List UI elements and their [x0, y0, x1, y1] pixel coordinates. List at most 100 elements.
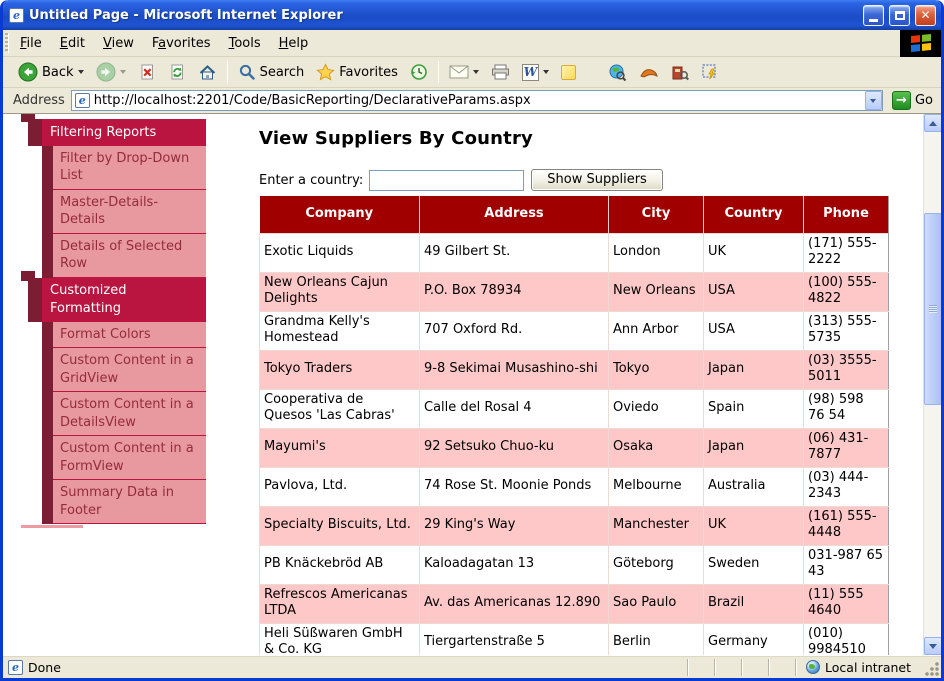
- scrollbar-thumb[interactable]: [924, 213, 941, 405]
- table-row: New Orleans Cajun DelightsP.O. Box 78934…: [260, 272, 889, 311]
- stop-button[interactable]: [133, 60, 161, 84]
- close-button[interactable]: ✕: [915, 5, 936, 26]
- vertical-scrollbar[interactable]: [923, 114, 941, 655]
- browser-window: e Untitled Page - Microsoft Internet Exp…: [0, 0, 944, 681]
- sidebar-header-label: Customized Formatting: [42, 278, 206, 322]
- forward-button[interactable]: [91, 59, 131, 85]
- sidebar-item[interactable]: Custom Content in a DetailsView: [53, 392, 206, 436]
- sidebar-section-header[interactable]: Customized Formatting: [28, 278, 206, 322]
- refresh-button[interactable]: [163, 60, 191, 84]
- table-cell: 707 Oxford Rd.: [420, 311, 609, 350]
- menu-item-edit[interactable]: Edit: [51, 32, 94, 55]
- back-button[interactable]: Back: [13, 59, 89, 85]
- table-cell: Calle del Rosal 4: [420, 389, 609, 428]
- table-cell: 9-8 Sekimai Musashino-shi: [420, 350, 609, 389]
- table-cell: 49 Gilbert St.: [420, 233, 609, 272]
- home-button[interactable]: [193, 60, 222, 85]
- maximize-icon: [895, 11, 905, 20]
- sidebar-section-header[interactable]: Filtering Reports: [28, 119, 206, 146]
- menu-bar: FileEditViewFavoritesToolsHelp: [3, 30, 941, 57]
- table-cell: Tokyo: [609, 350, 704, 389]
- minimize-icon: [869, 19, 878, 22]
- table-cell: Refrescos Americanas LTDA: [260, 584, 420, 623]
- table-cell: Ann Arbor: [609, 311, 704, 350]
- discuss-button[interactable]: [556, 62, 581, 83]
- edit-with-word-button[interactable]: W: [517, 61, 554, 84]
- address-bar: Address e http://localhost:2201/Code/Bas…: [3, 88, 941, 114]
- sidebar-section: Customized FormattingFormat ColorsCustom…: [28, 278, 206, 525]
- table-row: Cooperativa de Quesos 'Las Cabras'Calle …: [260, 389, 889, 428]
- sidebar-item[interactable]: Custom Content in a FormView: [53, 436, 206, 480]
- research-button[interactable]: [666, 61, 694, 84]
- show-suppliers-button[interactable]: Show Suppliers: [531, 169, 663, 191]
- suppliers-table: CompanyAddressCityCountryPhone Exotic Li…: [259, 196, 889, 655]
- column-header: City: [609, 196, 704, 233]
- scroll-down-button[interactable]: [924, 637, 941, 655]
- history-button[interactable]: [405, 60, 433, 84]
- table-cell: 74 Rose St. Moonie Ponds: [420, 467, 609, 506]
- close-icon: ✕: [920, 8, 930, 22]
- minimize-button[interactable]: [863, 5, 884, 26]
- table-cell: Mayumi's: [260, 428, 420, 467]
- table-row: Exotic Liquids49 Gilbert St.LondonUK(171…: [260, 233, 889, 272]
- address-field[interactable]: e http://localhost:2201/Code/BasicReport…: [71, 90, 883, 111]
- sidebar-item[interactable]: Custom Content in a GridView: [53, 348, 206, 392]
- table-row: PB Knäckebröd ABKaloadagatan 13GöteborgS…: [260, 545, 889, 584]
- table-cell: (11) 555 4640: [804, 584, 889, 623]
- menu-item-file[interactable]: File: [11, 32, 51, 55]
- country-filter-form: Enter a country: Show Suppliers: [259, 169, 663, 191]
- status-text: Done: [28, 660, 61, 675]
- table-cell: Berlin: [609, 623, 704, 655]
- standard-toolbar: Back Search Favorites: [3, 57, 941, 88]
- chevron-up-icon: [929, 121, 937, 126]
- address-url[interactable]: http://localhost:2201/Code/BasicReportin…: [90, 93, 865, 108]
- addon-button-1[interactable]: [634, 61, 664, 83]
- table-cell: PB Knäckebröd AB: [260, 545, 420, 584]
- address-dropdown-button[interactable]: [865, 91, 882, 110]
- sidebar-item[interactable]: Details of Selected Row: [53, 234, 206, 278]
- menu-grip-handle[interactable]: [5, 33, 9, 53]
- table-cell: Cooperativa de Quesos 'Las Cabras': [260, 389, 420, 428]
- maximize-button[interactable]: [889, 5, 910, 26]
- forward-icon: [96, 62, 116, 82]
- toolbar-separator: [227, 61, 228, 83]
- status-pane: [687, 659, 714, 676]
- table-cell: Sao Paulo: [609, 584, 704, 623]
- mail-dropdown-caret: [473, 70, 479, 74]
- messenger-button[interactable]: [696, 60, 724, 84]
- table-cell: Specialty Biscuits, Ltd.: [260, 506, 420, 545]
- status-page-icon: e: [8, 660, 23, 675]
- print-button[interactable]: [486, 61, 515, 83]
- resize-grip[interactable]: [925, 662, 940, 677]
- search-icon: [238, 63, 256, 81]
- windows-flag-icon: [911, 34, 931, 53]
- favorites-button[interactable]: Favorites: [311, 60, 403, 84]
- sidebar-item[interactable]: Summary Data in Footer: [53, 480, 206, 524]
- go-button[interactable]: → Go: [888, 89, 937, 112]
- menu-item-tools[interactable]: Tools: [220, 32, 270, 55]
- security-zone-label: Local intranet: [825, 660, 911, 675]
- grid-lightning-icon: [701, 63, 719, 81]
- mail-button[interactable]: [444, 62, 484, 82]
- table-cell: Tiergartenstraße 5: [420, 623, 609, 655]
- status-bar: e Done Local intranet: [3, 655, 941, 678]
- scroll-up-button[interactable]: [924, 114, 941, 132]
- column-header: Country: [704, 196, 804, 233]
- sidebar-item[interactable]: Format Colors: [53, 322, 206, 349]
- country-input[interactable]: [369, 170, 524, 191]
- search-button[interactable]: Search: [233, 60, 310, 84]
- page-title: View Suppliers By Country: [259, 128, 533, 149]
- favorites-label: Favorites: [339, 65, 398, 80]
- sidebar-item[interactable]: Filter by Drop-Down List: [53, 146, 206, 190]
- sidebar-item[interactable]: Master-Details-Details: [53, 190, 206, 234]
- table-cell: New Orleans: [609, 272, 704, 311]
- back-label: Back: [42, 65, 74, 80]
- web-search-addon-button[interactable]: [603, 60, 632, 85]
- sidebar-item-group: Filter by Drop-Down ListMaster-Details-D…: [42, 146, 206, 278]
- column-header: Address: [420, 196, 609, 233]
- menu-item-view[interactable]: View: [94, 32, 143, 55]
- table-cell: Germany: [704, 623, 804, 655]
- menu-item-favorites[interactable]: Favorites: [143, 32, 220, 55]
- menu-item-help[interactable]: Help: [270, 32, 318, 55]
- table-cell: 92 Setsuko Chuo-ku: [420, 428, 609, 467]
